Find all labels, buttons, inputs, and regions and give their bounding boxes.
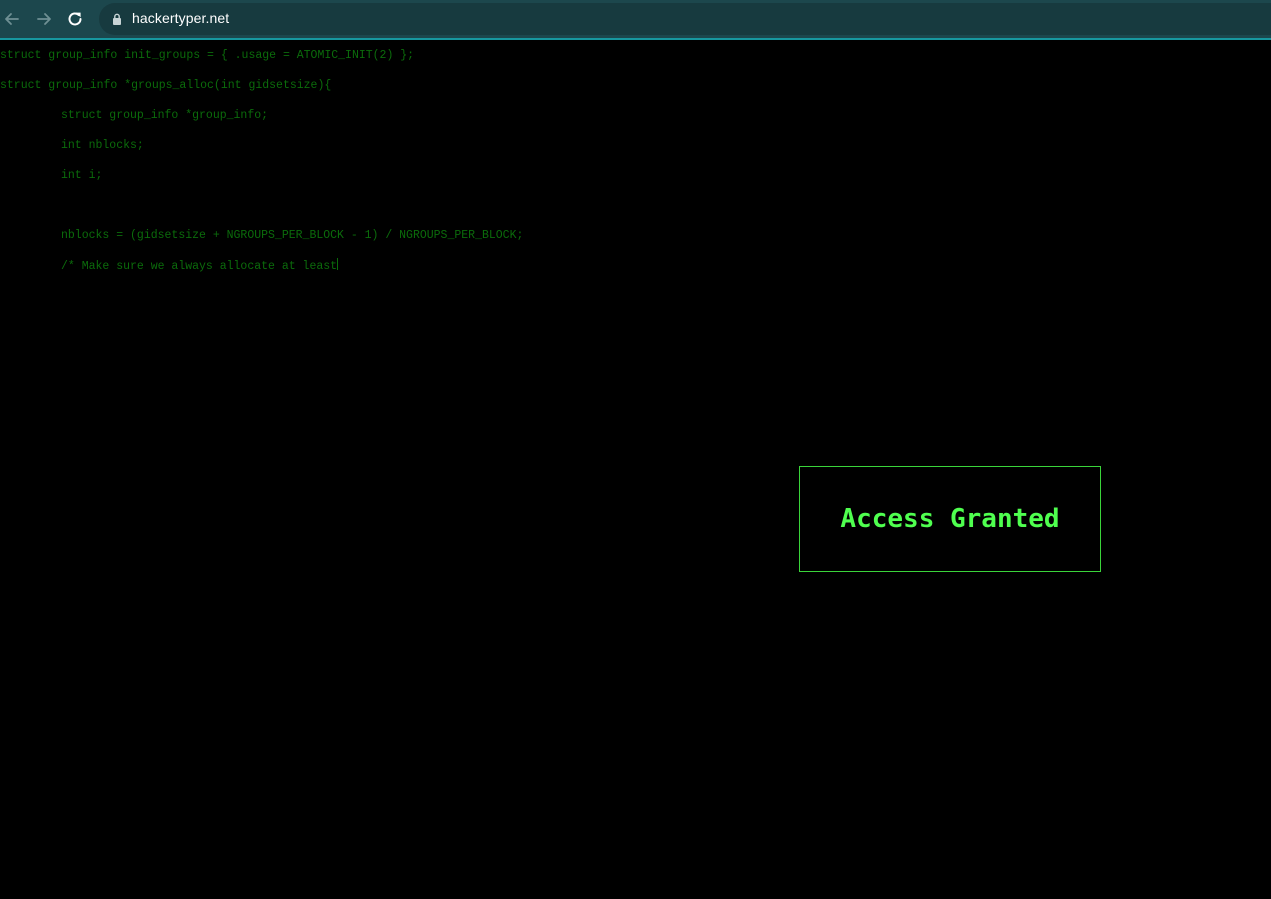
lock-icon (113, 13, 121, 25)
toolbar-accent-line (0, 38, 1271, 40)
code-line-current: /* Make sure we always allocate at least (0, 258, 523, 288)
code-line-text: /* Make sure we always allocate at least (61, 260, 338, 273)
reload-button[interactable] (63, 7, 87, 31)
code-line: int i; (61, 169, 103, 182)
code-line: struct group_info *groups_alloc(int gids… (0, 79, 332, 92)
text-cursor (337, 258, 339, 270)
reload-icon (68, 12, 82, 26)
address-bar[interactable]: hackertyper.net (99, 3, 1271, 35)
code-line: int nblocks; (61, 139, 144, 152)
code-line: nblocks = (gidsetsize + NGROUPS_PER_BLOC… (61, 229, 524, 242)
access-granted-message: Access Granted (840, 504, 1060, 534)
url-text: hackertyper.net (132, 10, 230, 26)
forward-button[interactable] (32, 7, 56, 31)
code-line: struct group_info init_groups = { .usage… (0, 49, 415, 62)
code-output: struct group_info init_groups = { .usage… (0, 48, 523, 288)
code-line: struct group_info *group_info; (61, 109, 269, 122)
back-arrow-icon (5, 13, 19, 25)
browser-toolbar: hackertyper.net (0, 0, 1271, 38)
access-granted-dialog: Access Granted (799, 466, 1101, 572)
forward-arrow-icon (37, 13, 51, 25)
back-button[interactable] (0, 7, 24, 31)
